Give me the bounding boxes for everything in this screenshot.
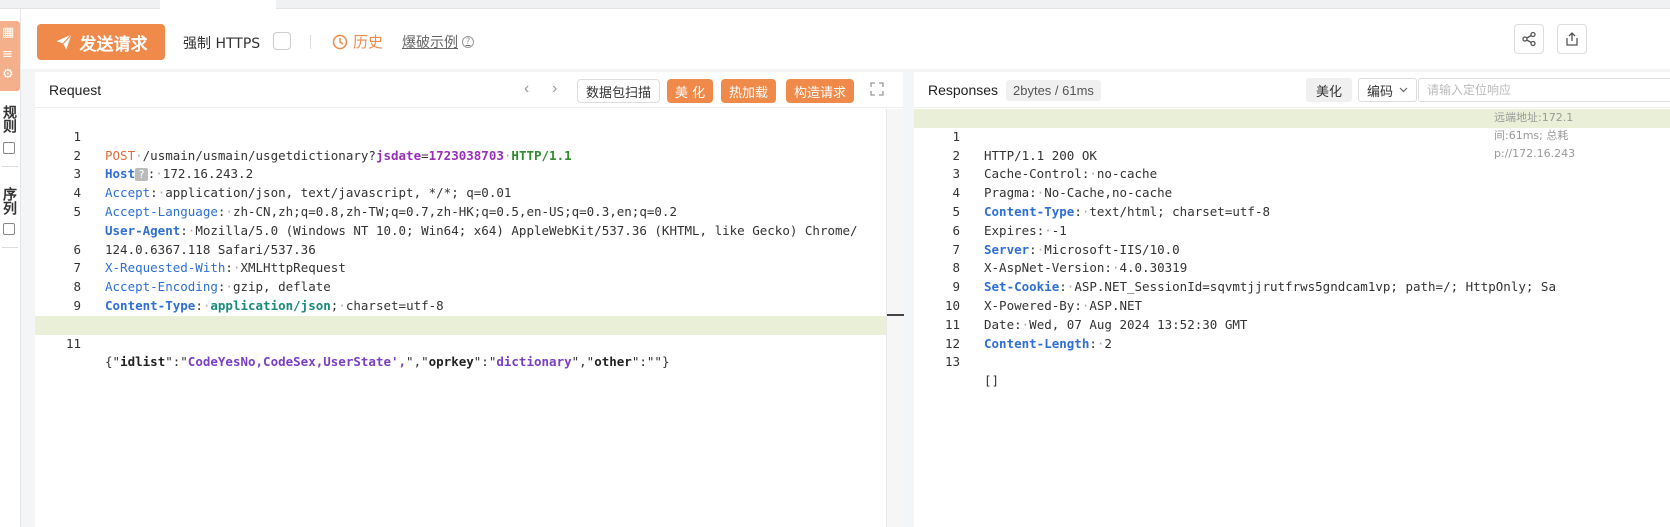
hot-reload-button[interactable]: 热加载 xyxy=(721,79,777,103)
code-line: 7 X-AspNet-Version:·4.0.30319 xyxy=(952,241,1188,276)
grid-icon: ▦ xyxy=(2,25,15,40)
sidebar-divider xyxy=(2,166,18,167)
code-line: 7 Accept-Encoding:·gzip, deflate xyxy=(73,260,331,295)
code-line: 5 User-Agent:·Mozilla/5.0 (Windows NT 10… xyxy=(73,203,858,238)
code-line: 9 Content-Lengthauto:·74 xyxy=(35,278,903,332)
share-icon xyxy=(1522,31,1536,47)
previous-arrow-icon[interactable]: ‹ xyxy=(524,80,529,98)
locate-response-input[interactable] xyxy=(1418,78,1670,102)
stack-icon xyxy=(3,223,15,235)
send-request-button[interactable]: 发送请求 xyxy=(37,24,165,60)
request-code-editor[interactable]: 1 POST·/usmain/usmain/usgetdictionary?js… xyxy=(35,109,903,369)
code-line: 11 Content-Length:·2 xyxy=(944,316,1112,351)
active-tab[interactable] xyxy=(160,0,276,9)
beautify-button[interactable]: 美 化 xyxy=(667,79,714,103)
code-line: 10 Date:·Wed, 07 Aug 2024 13:52:30 GMT xyxy=(944,297,1248,332)
export-button[interactable] xyxy=(1557,24,1587,54)
response-header: Responses 2bytes / 61ms 美化 编码 xyxy=(914,72,1670,108)
app-root: ▦ ≡ ⚙ 规则 序列 发送请求 强制 HTTPS 历史 爆破示例 ? Requ… xyxy=(0,0,1670,527)
encoding-dropdown[interactable]: 编码 xyxy=(1358,78,1418,102)
code-line: 4 Content-Type:·text/html; charset=utf-8 xyxy=(952,185,1270,219)
code-line: 8 Content-Type:·application/json;·charse… xyxy=(73,279,444,313)
sidebar-item-sequence[interactable]: 序列 xyxy=(1,187,19,215)
code-line: 9 X-Powered-By:·ASP.NET xyxy=(952,279,1143,313)
sidebar-item-rules[interactable]: 规则 xyxy=(1,105,19,133)
brute-force-example-link[interactable]: 爆破示例 ? xyxy=(402,32,474,52)
code-line: 5 Expires:·-1 xyxy=(952,203,1067,238)
help-icon[interactable]: ? xyxy=(462,36,474,48)
sidebar-divider xyxy=(2,247,18,248)
list-icon: ≡ xyxy=(2,47,13,62)
code-line: 8 Set-Cookie:·ASP.NET_SessionId=sqvmtjjr… xyxy=(952,260,1556,295)
paper-plane-icon xyxy=(56,34,72,50)
packet-scan-button[interactable]: 数据包扫描 xyxy=(577,79,661,103)
settings-icon: ⚙ xyxy=(2,67,14,82)
response-panel: Responses 2bytes / 61ms 美化 编码 1 HTTP/1.1… xyxy=(914,72,1670,527)
response-meta-badge: 2bytes / 61ms xyxy=(1006,80,1101,101)
code-line: 1 POST·/usmain/usmain/usgetdictionary?js… xyxy=(73,128,572,163)
sidebar-active-item[interactable]: ▦ ≡ ⚙ xyxy=(0,21,20,91)
chevron-down-icon xyxy=(1399,87,1408,93)
response-title: Responses xyxy=(928,82,999,98)
code-line: 2 Host?:·172.16.243.2 xyxy=(73,147,254,182)
code-line: 13 [] xyxy=(944,354,1000,389)
clock-icon xyxy=(332,34,348,49)
request-header: Request ‹ › 数据包扫描 美 化 热加载 构造请求 xyxy=(35,72,903,108)
request-title: Request xyxy=(49,82,102,98)
request-panel: Request ‹ › 数据包扫描 美 化 热加载 构造请求 1 POST·/u… xyxy=(35,72,904,527)
code-line: 6 X-Requested-With:·XMLHttpRequest xyxy=(73,241,346,276)
code-line: 12 xyxy=(944,335,960,351)
response-info-tooltip: 远端地址:172.1 间:61ms; 总耗 p://172.16.243 xyxy=(1494,111,1576,160)
export-icon xyxy=(1566,32,1578,46)
history-button[interactable]: 历史 xyxy=(332,31,383,52)
encoding-label: 编码 xyxy=(1367,84,1394,100)
scroll-marker xyxy=(887,314,904,316)
history-label: 历史 xyxy=(353,33,384,51)
toolbar-divider xyxy=(310,35,311,49)
code-line: 6 Server:·Microsoft-IIS/10.0 xyxy=(952,222,1180,257)
code-line: 10 xyxy=(35,297,903,332)
share-button[interactable] xyxy=(1514,24,1544,54)
request-scrollbar[interactable] xyxy=(886,109,904,527)
code-line: 4 Accept-Language:·zh-CN,zh;q=0.8,zh-TW;… xyxy=(73,185,677,219)
code-line-active: 11 {"idlist":"CodeYesNo,CodeSex,UserStat… xyxy=(35,315,903,369)
force-https-label: 强制 HTTPS xyxy=(183,36,261,52)
next-arrow-icon[interactable]: › xyxy=(552,80,557,98)
clipboard-icon xyxy=(3,142,15,154)
toolbar: 发送请求 强制 HTTPS 历史 爆破示例 ? xyxy=(21,9,1670,69)
tab-strip xyxy=(0,0,1670,9)
code-line: 3 Accept:·application/json, text/javascr… xyxy=(73,166,512,201)
build-request-button[interactable]: 构造请求 xyxy=(786,79,855,103)
send-request-label: 发送请求 xyxy=(79,34,148,55)
code-line-wrap: 124.0.6367.118 Safari/537.36 xyxy=(105,241,316,257)
expand-icon[interactable] xyxy=(870,82,884,96)
left-sidebar: ▦ ≡ ⚙ 规则 序列 xyxy=(0,9,21,527)
force-https-checkbox[interactable] xyxy=(273,32,291,50)
brute-force-label: 爆破示例 xyxy=(402,35,458,51)
response-beautify-button[interactable]: 美化 xyxy=(1306,78,1353,102)
